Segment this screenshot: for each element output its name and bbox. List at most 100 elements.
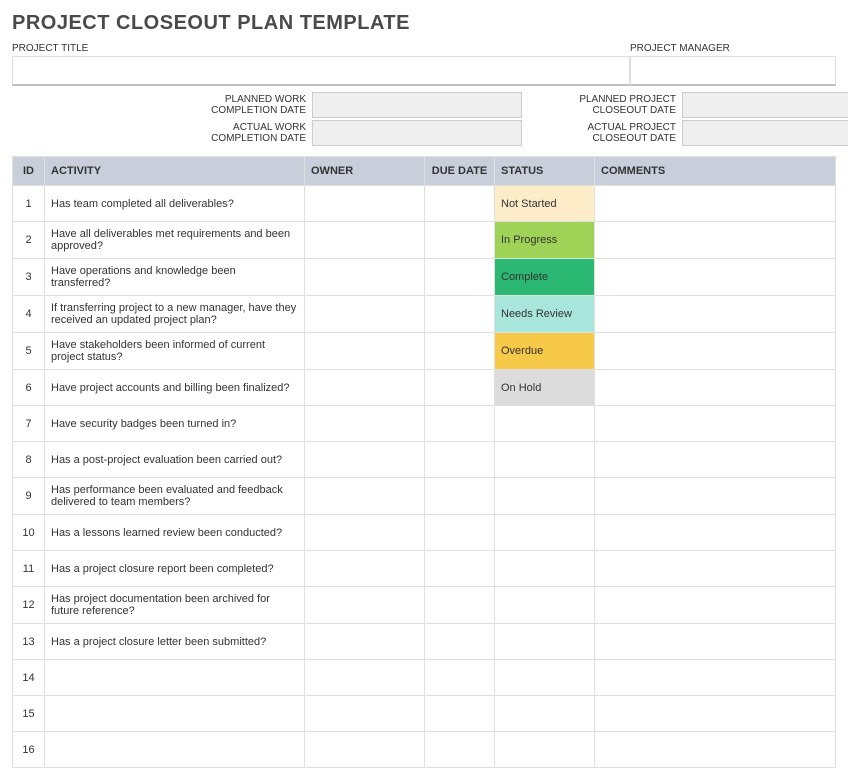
cell-comments[interactable]	[595, 551, 836, 587]
cell-comments[interactable]	[595, 442, 836, 478]
cell-due[interactable]	[425, 515, 495, 551]
cell-owner[interactable]	[305, 587, 425, 624]
cell-due[interactable]	[425, 222, 495, 259]
cell-owner[interactable]	[305, 222, 425, 259]
cell-status[interactable]: On Hold	[495, 370, 595, 406]
cell-comments[interactable]	[595, 478, 836, 515]
cell-owner[interactable]	[305, 333, 425, 370]
cell-activity[interactable]: Have security badges been turned in?	[45, 406, 305, 442]
cell-status[interactable]	[495, 442, 595, 478]
cell-status[interactable]	[495, 660, 595, 696]
cell-due[interactable]	[425, 296, 495, 333]
cell-activity[interactable]: Has a lessons learned review been conduc…	[45, 515, 305, 551]
cell-id: 8	[13, 442, 45, 478]
cell-owner[interactable]	[305, 478, 425, 515]
cell-comments[interactable]	[595, 696, 836, 732]
project-meta-row: PROJECT TITLE PROJECT MANAGER	[12, 41, 836, 86]
cell-owner[interactable]	[305, 696, 425, 732]
planned-closeout-input[interactable]	[682, 92, 848, 118]
cell-activity[interactable]: Has a project closure report been comple…	[45, 551, 305, 587]
cell-activity[interactable]: Have stakeholders been informed of curre…	[45, 333, 305, 370]
cell-status[interactable]: Complete	[495, 259, 595, 296]
table-row: 15	[13, 696, 836, 732]
cell-activity[interactable]: Have project accounts and billing been f…	[45, 370, 305, 406]
cell-id: 7	[13, 406, 45, 442]
cell-due[interactable]	[425, 406, 495, 442]
cell-owner[interactable]	[305, 186, 425, 222]
planned-closeout-label: PLANNED PROJECT CLOSEOUT DATE	[532, 92, 682, 118]
actual-closeout-input[interactable]	[682, 120, 848, 146]
cell-activity[interactable]: Has a post-project evaluation been carri…	[45, 442, 305, 478]
cell-owner[interactable]	[305, 732, 425, 768]
cell-due[interactable]	[425, 551, 495, 587]
cell-due[interactable]	[425, 660, 495, 696]
cell-owner[interactable]	[305, 370, 425, 406]
cell-activity[interactable]: Has a project closure letter been submit…	[45, 624, 305, 660]
cell-activity[interactable]: Have all deliverables met requirements a…	[45, 222, 305, 259]
cell-comments[interactable]	[595, 222, 836, 259]
cell-activity[interactable]	[45, 732, 305, 768]
cell-id: 6	[13, 370, 45, 406]
cell-status[interactable]	[495, 732, 595, 768]
cell-status[interactable]	[495, 478, 595, 515]
cell-owner[interactable]	[305, 660, 425, 696]
cell-due[interactable]	[425, 259, 495, 296]
cell-due[interactable]	[425, 732, 495, 768]
cell-status[interactable]: Overdue	[495, 333, 595, 370]
cell-comments[interactable]	[595, 732, 836, 768]
cell-comments[interactable]	[595, 406, 836, 442]
cell-due[interactable]	[425, 186, 495, 222]
cell-owner[interactable]	[305, 515, 425, 551]
cell-owner[interactable]	[305, 259, 425, 296]
page-title: PROJECT CLOSEOUT PLAN TEMPLATE	[12, 12, 836, 35]
cell-owner[interactable]	[305, 296, 425, 333]
project-manager-input[interactable]	[630, 56, 836, 86]
cell-comments[interactable]	[595, 660, 836, 696]
cell-status[interactable]: Needs Review	[495, 296, 595, 333]
project-title-label: PROJECT TITLE	[12, 41, 630, 56]
table-row: 10Has a lessons learned review been cond…	[13, 515, 836, 551]
cell-activity[interactable]: Has performance been evaluated and feedb…	[45, 478, 305, 515]
cell-status[interactable]	[495, 406, 595, 442]
cell-owner[interactable]	[305, 551, 425, 587]
table-row: 8Has a post-project evaluation been carr…	[13, 442, 836, 478]
cell-owner[interactable]	[305, 624, 425, 660]
planned-work-input[interactable]	[312, 92, 522, 118]
cell-comments[interactable]	[595, 296, 836, 333]
cell-status[interactable]	[495, 696, 595, 732]
col-status: STATUS	[495, 157, 595, 186]
cell-due[interactable]	[425, 478, 495, 515]
cell-status[interactable]	[495, 624, 595, 660]
cell-due[interactable]	[425, 624, 495, 660]
table-row: 6Have project accounts and billing been …	[13, 370, 836, 406]
cell-activity[interactable]: Have operations and knowledge been trans…	[45, 259, 305, 296]
cell-due[interactable]	[425, 442, 495, 478]
cell-status[interactable]: In Progress	[495, 222, 595, 259]
cell-comments[interactable]	[595, 333, 836, 370]
cell-due[interactable]	[425, 370, 495, 406]
cell-owner[interactable]	[305, 406, 425, 442]
cell-owner[interactable]	[305, 442, 425, 478]
cell-activity[interactable]: Has team completed all deliverables?	[45, 186, 305, 222]
cell-comments[interactable]	[595, 515, 836, 551]
cell-activity[interactable]	[45, 696, 305, 732]
cell-activity[interactable]: Has project documentation been archived …	[45, 587, 305, 624]
cell-status[interactable]: Not Started	[495, 186, 595, 222]
cell-comments[interactable]	[595, 370, 836, 406]
actual-work-input[interactable]	[312, 120, 522, 146]
cell-status[interactable]	[495, 587, 595, 624]
cell-status[interactable]	[495, 551, 595, 587]
cell-comments[interactable]	[595, 186, 836, 222]
cell-activity[interactable]: If transferring project to a new manager…	[45, 296, 305, 333]
table-row: 7Have security badges been turned in?	[13, 406, 836, 442]
cell-comments[interactable]	[595, 587, 836, 624]
cell-due[interactable]	[425, 696, 495, 732]
cell-activity[interactable]	[45, 660, 305, 696]
cell-due[interactable]	[425, 587, 495, 624]
cell-status[interactable]	[495, 515, 595, 551]
cell-comments[interactable]	[595, 624, 836, 660]
project-title-input[interactable]	[12, 56, 630, 86]
cell-comments[interactable]	[595, 259, 836, 296]
cell-id: 3	[13, 259, 45, 296]
cell-due[interactable]	[425, 333, 495, 370]
